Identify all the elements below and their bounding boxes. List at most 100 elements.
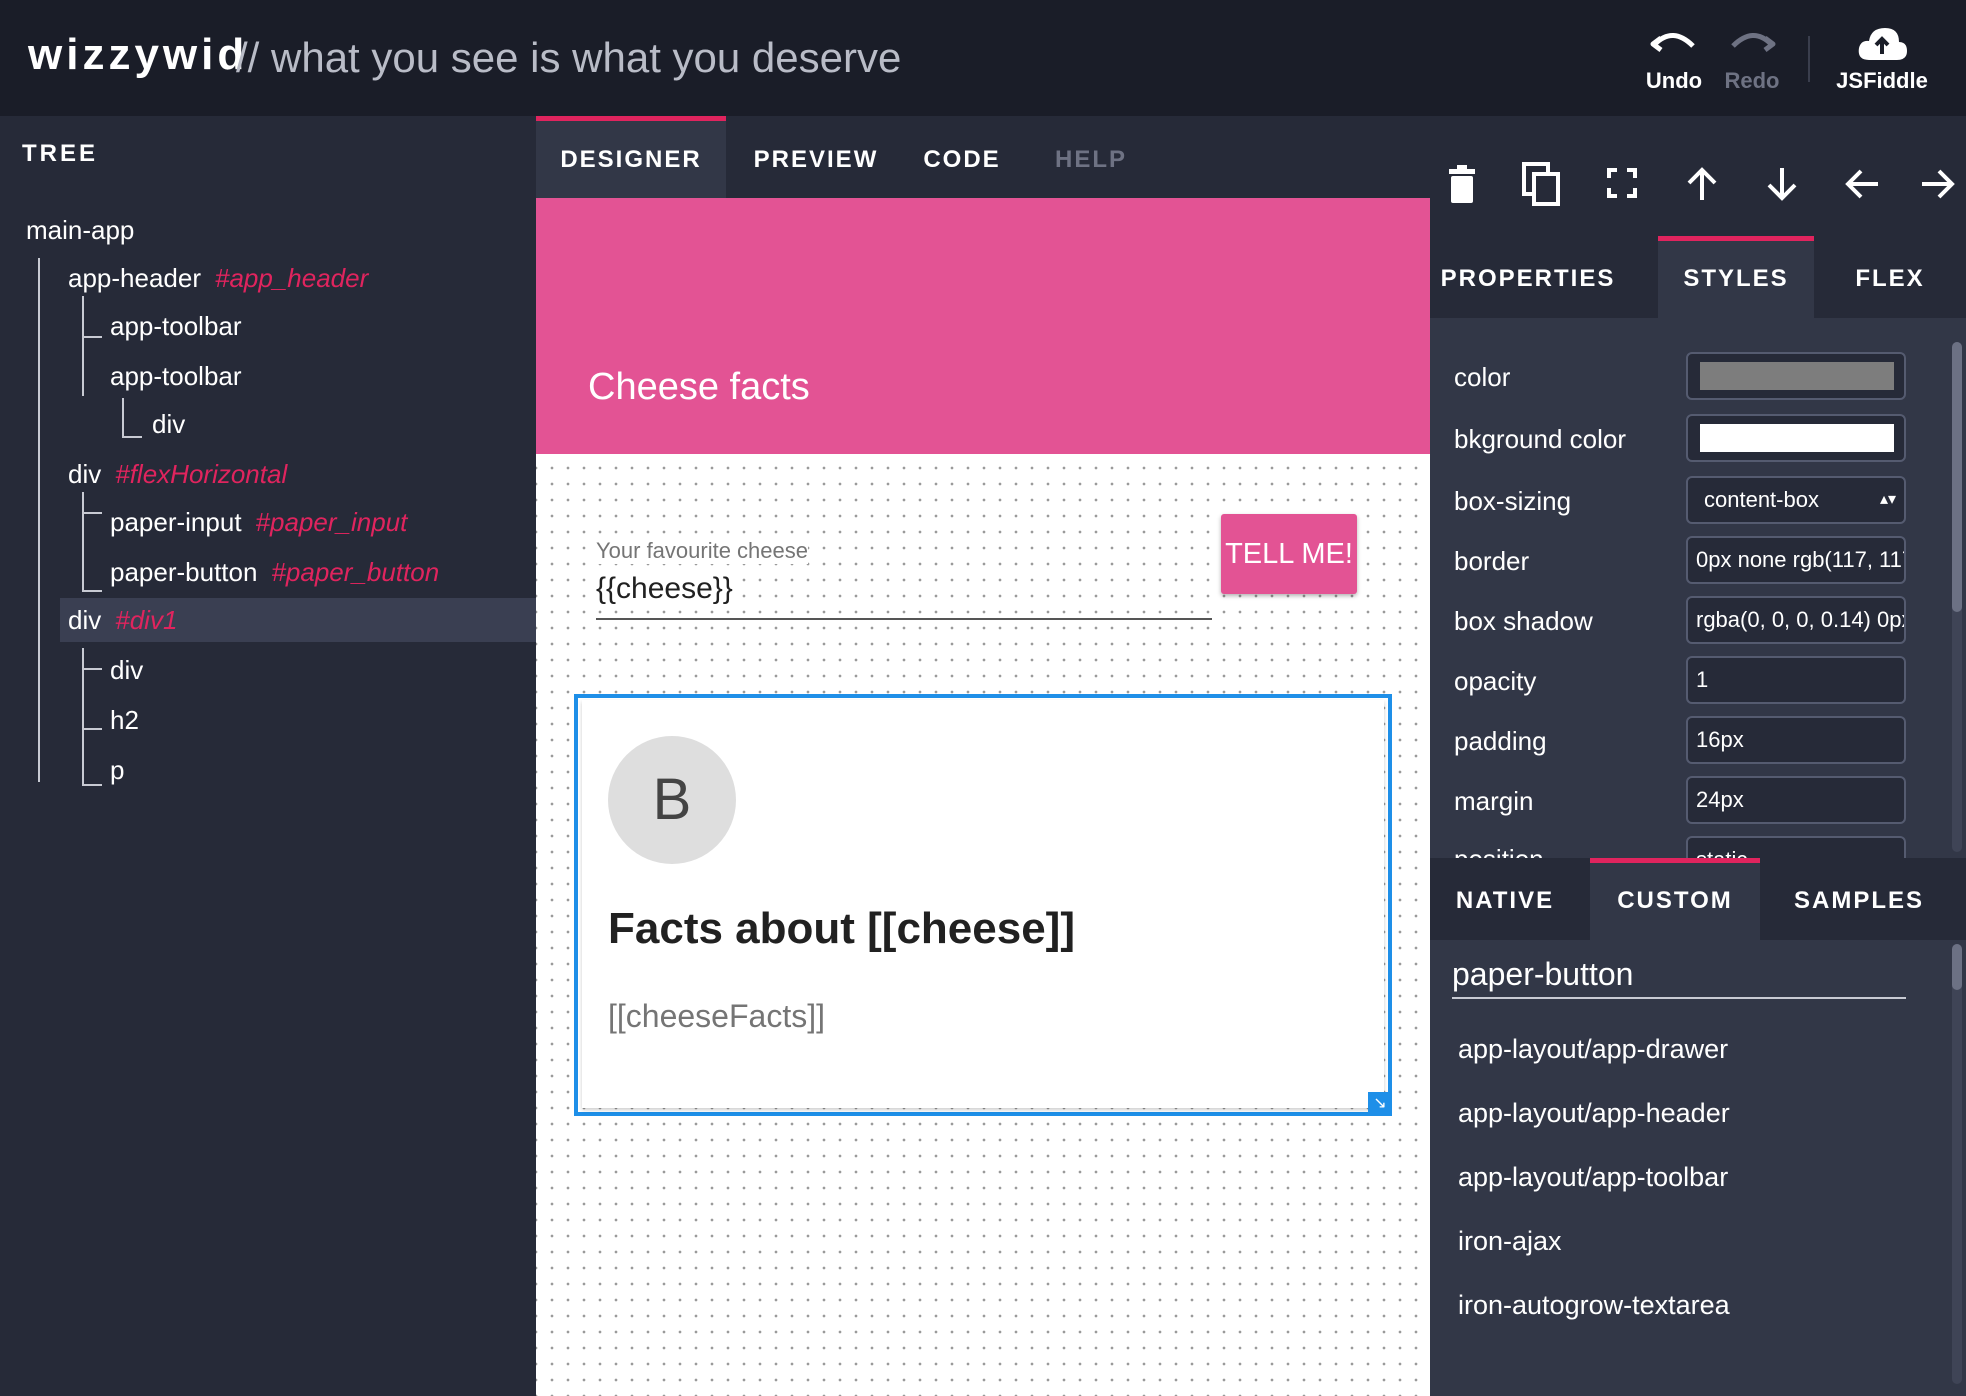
tree-node-h2[interactable]: h2 <box>110 698 139 742</box>
tab-native[interactable]: NATIVE <box>1430 858 1580 940</box>
tree-node-label: div <box>68 459 102 489</box>
fullscreen-icon[interactable] <box>1594 154 1650 214</box>
undo-button[interactable]: Undo <box>1640 24 1708 104</box>
tree-node-main-app[interactable]: main-app <box>26 208 134 252</box>
style-label-bkground-color: bkground color <box>1454 424 1626 454</box>
tree-node-label: app-toolbar <box>110 311 242 341</box>
border-input[interactable]: 0px none rgb(117, 117, 117) <box>1686 536 1906 584</box>
opacity-input[interactable]: 1 <box>1686 656 1906 704</box>
styles-scrollbar[interactable] <box>1952 342 1962 852</box>
tree-panel: TREE main-app app-header #app_header app-… <box>0 116 536 1396</box>
tab-styles[interactable]: STYLES <box>1658 236 1814 318</box>
tree-connector <box>82 492 84 592</box>
tree-node-label: paper-input <box>110 507 242 537</box>
tree-node-paper-button[interactable]: paper-button #paper_button <box>110 550 439 594</box>
view-tabs: DESIGNER PREVIEW CODE HELP <box>536 116 1430 198</box>
arrow-up-icon[interactable] <box>1674 154 1730 214</box>
tree-node-div[interactable]: div <box>152 402 185 446</box>
tab-designer[interactable]: DESIGNER <box>536 116 726 198</box>
jsfiddle-button[interactable]: JSFiddle <box>1830 24 1934 104</box>
app-title: Cheese facts <box>588 366 810 408</box>
tree-node-label: app-toolbar <box>110 361 242 391</box>
tab-custom[interactable]: CUSTOM <box>1590 858 1760 940</box>
tree-connector <box>82 336 102 338</box>
library-scrollbar-thumb[interactable] <box>1952 944 1962 990</box>
redo-icon <box>1716 24 1788 68</box>
tree-node-div[interactable]: div <box>110 648 143 692</box>
box-sizing-select[interactable]: content-box ▴▾ <box>1686 476 1906 524</box>
cheese-input-label: Your favourite cheese <box>596 538 808 564</box>
library-search-input[interactable]: paper-button <box>1452 956 1906 999</box>
tree-node-label: paper-button <box>110 557 258 587</box>
tab-code[interactable]: CODE <box>902 116 1022 198</box>
design-canvas[interactable]: Cheese facts Your favourite cheese {{che… <box>536 198 1430 1396</box>
tab-samples[interactable]: SAMPLES <box>1774 858 1944 940</box>
card-text: [[cheeseFacts]] <box>608 998 825 1034</box>
arrow-right-icon[interactable] <box>1910 154 1966 214</box>
element-actions <box>1430 154 1966 214</box>
tree-node-id: #div1 <box>115 605 178 635</box>
jsfiddle-label: JSFiddle <box>1836 68 1928 93</box>
library-item[interactable]: iron-autogrow-textarea <box>1458 1290 1730 1321</box>
tree-node-app-toolbar[interactable]: app-toolbar <box>110 304 242 348</box>
style-label-border: border <box>1454 546 1530 576</box>
arrow-down-icon[interactable] <box>1754 154 1810 214</box>
cheese-input[interactable]: {{cheese}} <box>596 572 733 606</box>
color-swatch <box>1700 424 1894 452</box>
tagline: // what you see is what you deserve <box>236 34 902 81</box>
redo-button[interactable]: Redo <box>1716 24 1788 104</box>
tree-node-app-toolbar[interactable]: app-toolbar <box>110 354 242 398</box>
app-header[interactable]: Cheese facts <box>536 198 1430 454</box>
style-label-opacity: opacity <box>1454 666 1537 696</box>
tree-connector <box>122 436 142 438</box>
tree-node-p[interactable]: p <box>110 748 124 792</box>
copy-icon[interactable] <box>1514 154 1570 214</box>
tab-preview[interactable]: PREVIEW <box>736 116 896 198</box>
style-label-color: color <box>1454 362 1511 392</box>
undo-icon <box>1640 24 1708 68</box>
library-item[interactable]: app-layout/app-header <box>1458 1098 1730 1129</box>
padding-input[interactable]: 16px <box>1686 716 1906 764</box>
tree-connector <box>82 784 102 786</box>
library-item[interactable]: app-layout/app-toolbar <box>1458 1162 1728 1193</box>
box-sizing-value: content-box <box>1704 487 1819 512</box>
library-scrollbar[interactable] <box>1952 944 1962 1384</box>
tree-node-div1-selected[interactable]: div #div1 <box>60 598 536 642</box>
facts-card[interactable]: B Facts about [[cheese]] [[cheeseFacts]] <box>582 700 1384 1108</box>
undo-label: Undo <box>1645 68 1703 93</box>
selected-card-outline[interactable]: B Facts about [[cheese]] [[cheeseFacts]]… <box>574 694 1392 1116</box>
delete-icon[interactable] <box>1434 154 1490 214</box>
bkground-color-picker[interactable] <box>1686 414 1906 462</box>
styles-scrollbar-thumb[interactable] <box>1952 342 1962 612</box>
color-picker[interactable] <box>1686 352 1906 400</box>
tab-properties[interactable]: PROPERTIES <box>1430 236 1626 318</box>
app-logo: wizzywid <box>28 30 249 79</box>
box-shadow-input[interactable]: rgba(0, 0, 0, 0.14) 0px 2px 2px 0px <box>1686 596 1906 644</box>
color-swatch <box>1700 362 1894 390</box>
tree-node-label: div <box>110 655 144 685</box>
styles-editor: color bkground color box-sizing content-… <box>1430 318 1966 858</box>
tree-node-label: div <box>152 409 186 439</box>
margin-input[interactable]: 24px <box>1686 776 1906 824</box>
tree-node-label: div <box>68 605 102 635</box>
tree-connector <box>38 258 40 782</box>
cloud-upload-icon <box>1830 24 1934 68</box>
redo-label: Redo <box>1724 68 1780 93</box>
tree-connector <box>82 512 102 514</box>
tree-node-paper-input[interactable]: paper-input #paper_input <box>110 500 407 544</box>
style-label-position: position <box>1454 844 1544 858</box>
tree-node-label: main-app <box>26 215 135 245</box>
arrow-left-icon[interactable] <box>1834 154 1890 214</box>
tab-flex[interactable]: FLEX <box>1830 236 1950 318</box>
card-heading: Facts about [[cheese]] <box>608 904 1075 953</box>
tree-node-app-header[interactable]: app-header #app_header <box>68 256 368 300</box>
library-item[interactable]: iron-ajax <box>1458 1226 1562 1257</box>
tell-me-button[interactable]: TELL ME! <box>1221 514 1357 594</box>
tree-node-id: #flexHorizontal <box>115 459 288 489</box>
element-library: paper-button app-layout/app-drawer app-l… <box>1430 940 1966 1396</box>
tab-help[interactable]: HELP <box>1026 116 1156 198</box>
tree-node-div-flex[interactable]: div #flexHorizontal <box>68 452 287 496</box>
resize-handle-icon[interactable]: ↘ <box>1368 1092 1392 1116</box>
position-select[interactable]: static <box>1686 836 1906 858</box>
library-item[interactable]: app-layout/app-drawer <box>1458 1034 1728 1065</box>
